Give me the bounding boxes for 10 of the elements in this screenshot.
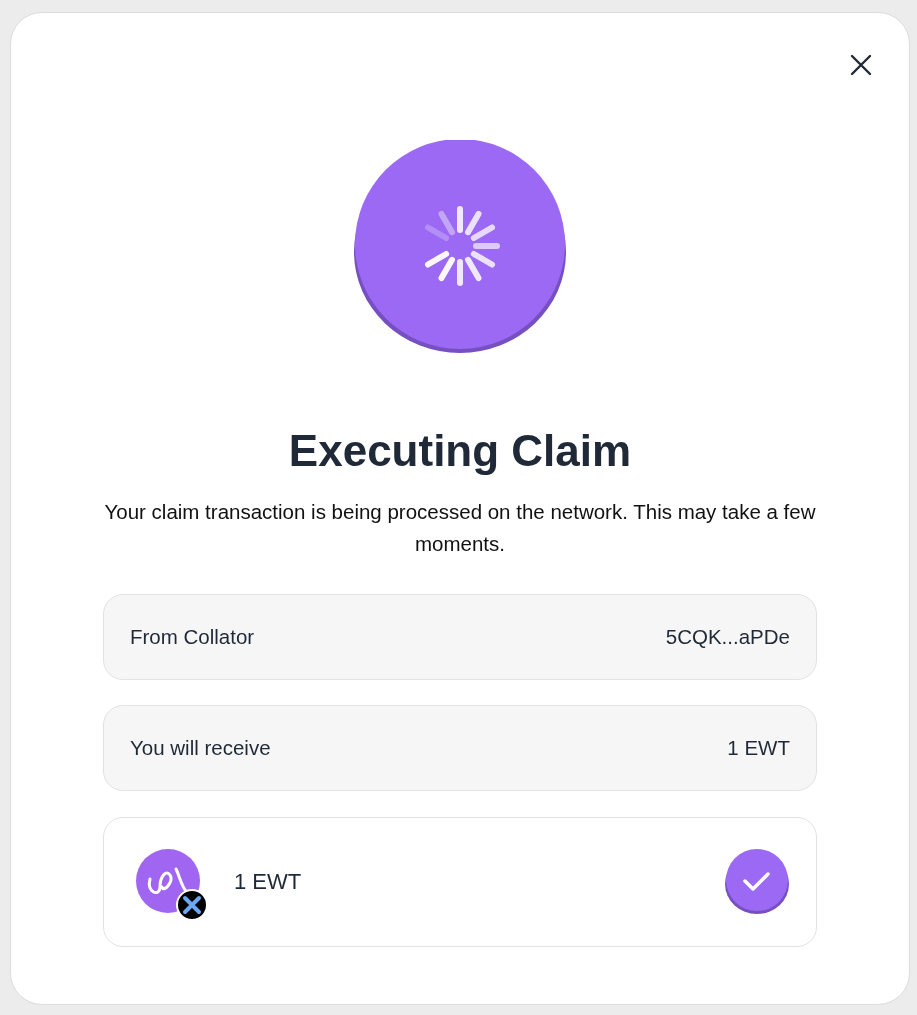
detail-value: 1 EWT xyxy=(727,736,790,760)
detail-label: You will receive xyxy=(130,736,271,760)
token-icon xyxy=(136,849,208,921)
detail-value: 5CQK...aPDe xyxy=(665,625,790,649)
close-icon[interactable] xyxy=(849,53,873,77)
asset-amount: 1 EWT xyxy=(234,869,303,895)
checkmark-icon xyxy=(724,849,790,915)
detail-label: From Collator xyxy=(130,625,255,649)
description-text: Your claim transaction is being processed on the network. This may take a few moments. xyxy=(103,499,817,557)
dialog-title: Executing Claim xyxy=(288,426,632,476)
